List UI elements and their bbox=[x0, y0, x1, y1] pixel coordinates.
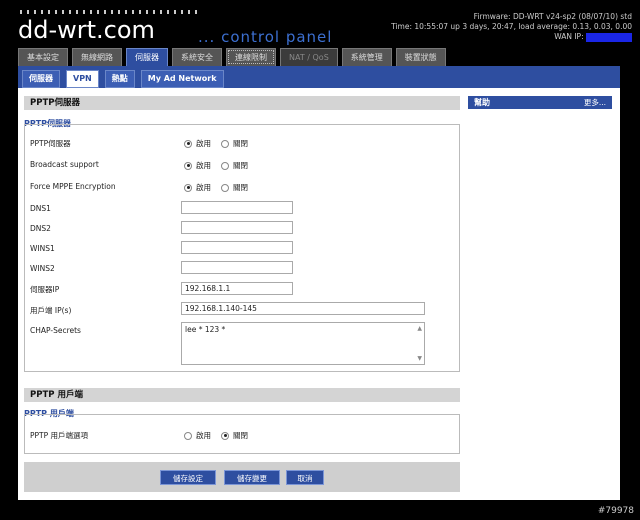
wins1-label: WINS1 bbox=[30, 244, 55, 253]
tab-wireless[interactable]: 無線網路 bbox=[72, 48, 122, 66]
client-ip-label: 用戶端 IP(s) bbox=[30, 306, 72, 315]
force-mppe-radio-group: 啟用 關閉 bbox=[184, 182, 254, 193]
dns1-input[interactable] bbox=[181, 201, 293, 214]
chap-secrets-textarea[interactable]: lee * 123 * ▲ ▼ bbox=[181, 322, 425, 365]
logo-dots bbox=[20, 10, 200, 14]
status-info: Firmware: DD-WRT v24-sp2 (08/07/10) std … bbox=[391, 12, 632, 42]
help-more-link[interactable]: 更多... bbox=[584, 96, 606, 109]
pptp-client-disable-radio[interactable] bbox=[221, 431, 229, 440]
pptp-server-enable-radio[interactable] bbox=[184, 139, 192, 148]
tab-services[interactable]: 伺服器 bbox=[126, 48, 168, 66]
tab-administration[interactable]: 系統管理 bbox=[341, 48, 392, 66]
save-button[interactable]: 儲存設定 bbox=[160, 470, 216, 485]
broadcast-support-radio-group: 啟用 關閉 bbox=[184, 160, 254, 171]
button-bar: 儲存設定 儲存變更 取消 bbox=[24, 462, 460, 492]
client-ip-input[interactable]: 192.168.1.140-145 bbox=[181, 302, 425, 315]
pptp-client-disable-label: 關閉 bbox=[233, 431, 248, 440]
wins2-input[interactable] bbox=[181, 261, 293, 274]
broadcast-enable-label: 啟用 bbox=[196, 161, 211, 170]
help-title: 幫助 bbox=[474, 98, 490, 107]
wan-ip-row: WAN IP: bbox=[391, 32, 632, 42]
pptp-server-section-header: PPTP伺服器 bbox=[24, 96, 460, 110]
server-ip-label: 伺服器IP bbox=[30, 285, 60, 294]
mppe-enable-radio[interactable] bbox=[184, 183, 192, 192]
tab-setup[interactable]: 基本設定 bbox=[18, 48, 68, 66]
scroll-down-icon[interactable]: ▼ bbox=[417, 355, 422, 362]
header: dd-wrt.com ... control panel Firmware: D… bbox=[0, 0, 640, 48]
main-tabs: 基本設定 無線網路 伺服器 系統安全 連線限制 NAT / QoS 系統管理 裝… bbox=[18, 48, 446, 66]
wins1-input[interactable] bbox=[181, 241, 293, 254]
mppe-disable-radio[interactable] bbox=[221, 183, 229, 192]
content-area: PPTP伺服器 PPTP伺服器 PPTP伺服器 啟用 關閉 Broadcast … bbox=[18, 88, 620, 500]
help-panel: 幫助 更多... bbox=[468, 96, 612, 109]
pptp-server-label: PPTP伺服器 bbox=[30, 139, 71, 148]
subtab-services[interactable]: 伺服器 bbox=[22, 70, 60, 88]
chap-secrets-label: CHAP-Secrets bbox=[30, 326, 81, 335]
cancel-button[interactable]: 取消 bbox=[286, 470, 324, 485]
scroll-up-icon[interactable]: ▲ bbox=[417, 325, 422, 332]
pptp-server-disable-label: 關閉 bbox=[233, 139, 248, 148]
chap-secrets-text: lee * 123 * bbox=[185, 325, 226, 334]
broadcast-support-label: Broadcast support bbox=[30, 160, 99, 169]
pptp-server-disable-radio[interactable] bbox=[221, 139, 229, 148]
broadcast-enable-radio[interactable] bbox=[184, 161, 192, 170]
server-ip-input[interactable]: 192.168.1.1 bbox=[181, 282, 293, 295]
mppe-enable-label: 啟用 bbox=[196, 183, 211, 192]
pptp-client-enable-radio[interactable] bbox=[184, 431, 192, 440]
dns2-input[interactable] bbox=[181, 221, 293, 234]
pptp-server-enable-label: 啟用 bbox=[196, 139, 211, 148]
tab-security[interactable]: 系統安全 bbox=[172, 48, 222, 66]
apply-button[interactable]: 儲存變更 bbox=[224, 470, 280, 485]
dns2-label: DNS2 bbox=[30, 224, 51, 233]
sub-tab-bar: 伺服器 VPN 熱點 My Ad Network bbox=[18, 66, 620, 88]
tab-access-restrictions[interactable]: 連線限制 bbox=[226, 48, 276, 66]
watermark: #79978 bbox=[597, 506, 634, 516]
time-text: Time: 10:55:07 up 3 days, 20:47, load av… bbox=[391, 22, 632, 31]
pptp-client-radio-group: 啟用 關閉 bbox=[184, 430, 254, 441]
tab-status[interactable]: 裝置狀態 bbox=[395, 48, 446, 66]
firmware-text: Firmware: DD-WRT v24-sp2 (08/07/10) std bbox=[473, 12, 632, 21]
pptp-client-enable-label: 啟用 bbox=[196, 431, 211, 440]
pptp-server-radio-group: 啟用 關閉 bbox=[184, 138, 254, 149]
force-mppe-label: Force MPPE Encryption bbox=[30, 182, 116, 191]
wins2-label: WINS2 bbox=[30, 264, 55, 273]
broadcast-disable-radio[interactable] bbox=[221, 161, 229, 170]
broadcast-disable-label: 關閉 bbox=[233, 161, 248, 170]
wan-ip-label: WAN IP: bbox=[554, 32, 584, 41]
subtab-vpn[interactable]: VPN bbox=[66, 70, 99, 88]
pptp-client-option-label: PPTP 用戶端選項 bbox=[30, 431, 89, 440]
subtab-hotspot[interactable]: 熱點 bbox=[104, 70, 135, 88]
logo-tagline: ... control panel bbox=[198, 28, 333, 46]
logo: dd-wrt.com bbox=[18, 16, 155, 44]
dns1-label: DNS1 bbox=[30, 204, 51, 213]
sub-tabs: 伺服器 VPN 熱點 My Ad Network bbox=[22, 70, 224, 88]
subtab-my-ad-network[interactable]: My Ad Network bbox=[140, 70, 224, 88]
wan-ip-value-redacted bbox=[586, 32, 632, 42]
pptp-client-section-header: PPTP 用戶端 bbox=[24, 388, 460, 402]
mppe-disable-label: 關閉 bbox=[233, 183, 248, 192]
tab-nat-qos[interactable]: NAT / QoS bbox=[280, 48, 338, 66]
